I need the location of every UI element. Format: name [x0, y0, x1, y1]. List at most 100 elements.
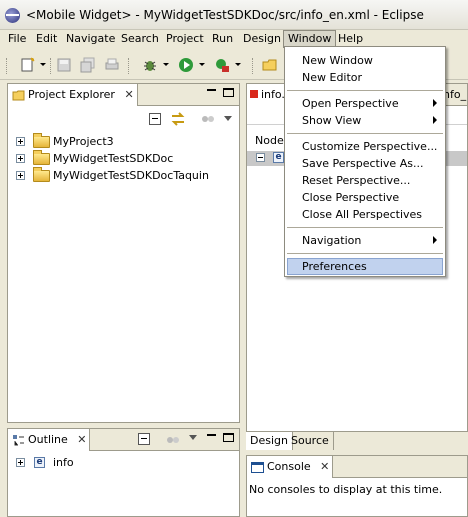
toolbar-separator: [128, 58, 130, 74]
window-title: <Mobile Widget> - MyWidgetTestSDKDoc/src…: [26, 8, 424, 22]
outline-icon: [12, 433, 25, 446]
tab-design[interactable]: Design: [246, 432, 293, 450]
menu-item-open-perspective[interactable]: Open Perspective: [287, 95, 443, 112]
outline-title: Outline: [28, 433, 68, 446]
menu-search[interactable]: Search: [116, 30, 164, 48]
eclipse-icon: [5, 8, 20, 23]
tab-source[interactable]: Source: [287, 432, 334, 450]
tree-item-mywidgettestsdkdoc[interactable]: MyWidgetTestSDKDoc: [8, 150, 238, 167]
title-bar: <Mobile Widget> - MyWidgetTestSDKDoc/src…: [0, 0, 468, 30]
print-icon[interactable]: [104, 57, 120, 73]
external-tools-icon[interactable]: [214, 57, 230, 73]
tree-item-label: MyWidgetTestSDKDocTaquin: [53, 169, 209, 182]
console-message: No consoles to display at this time.: [249, 483, 443, 496]
outline-tabbar: Outline ✕: [8, 429, 239, 451]
tab-console[interactable]: Console ✕: [247, 456, 333, 478]
minimize-icon[interactable]: [207, 87, 216, 91]
expand-icon[interactable]: [16, 137, 25, 146]
menu-item-new-editor[interactable]: New Editor: [287, 69, 443, 86]
menu-item-close-all-perspectives[interactable]: Close All Perspectives: [287, 206, 443, 223]
toolbar-separator: [252, 58, 254, 74]
menu-project[interactable]: Project: [161, 30, 209, 48]
console-icon: [251, 460, 264, 473]
maximize-icon[interactable]: [223, 433, 234, 442]
expand-icon[interactable]: [16, 154, 25, 163]
outline-panel: Outline ✕ e info: [7, 428, 240, 517]
debug-dropdown-icon[interactable]: [163, 63, 169, 66]
submenu-arrow-icon: [433, 236, 437, 244]
menu-separator: [287, 133, 443, 134]
window-menu-dropdown: New Window New Editor Open Perspective S…: [284, 46, 446, 277]
submenu-arrow-icon: [433, 99, 437, 107]
collapse-all-icon[interactable]: [138, 433, 150, 445]
menu-edit[interactable]: Edit: [31, 30, 62, 48]
menu-navigate[interactable]: Navigate: [61, 30, 120, 48]
toolbar-separator: [50, 58, 52, 74]
menu-item-preferences[interactable]: Preferences: [287, 258, 443, 275]
menu-item-new-window[interactable]: New Window: [287, 52, 443, 69]
menu-file[interactable]: File: [3, 30, 31, 48]
menu-separator: [287, 90, 443, 91]
close-icon[interactable]: ✕: [124, 84, 133, 105]
close-icon[interactable]: ✕: [320, 456, 329, 477]
element-icon: e: [34, 457, 45, 468]
menu-item-customize-perspective[interactable]: Customize Perspective...: [287, 138, 443, 155]
menu-item-show-view[interactable]: Show View: [287, 112, 443, 129]
expand-icon[interactable]: [16, 458, 25, 467]
save-all-icon[interactable]: [80, 57, 96, 73]
save-icon[interactable]: [56, 57, 72, 73]
close-icon[interactable]: ✕: [77, 429, 86, 450]
editor-tab-label: nfo_: [443, 88, 467, 101]
toolbar-grip: [6, 58, 8, 74]
element-icon: e: [273, 152, 284, 163]
collapse-icon[interactable]: [256, 153, 265, 162]
editor-tab-label: info.: [261, 88, 285, 101]
submenu-arrow-icon: [433, 116, 437, 124]
new-dropdown-icon[interactable]: [40, 63, 46, 66]
editor-tab-info-en[interactable]: nfo_: [443, 84, 468, 106]
run-icon[interactable]: [178, 57, 194, 73]
menu-run[interactable]: Run: [207, 30, 238, 48]
menu-item-close-perspective[interactable]: Close Perspective: [287, 189, 443, 206]
view-menu-icon[interactable]: [166, 434, 180, 446]
project-folder-icon: [33, 167, 50, 182]
tree-item-label: MyProject3: [53, 135, 114, 148]
open-folder-icon[interactable]: [262, 57, 278, 73]
external-tools-dropdown-icon[interactable]: [235, 63, 241, 66]
console-tabbar: Console ✕: [247, 456, 467, 478]
tree-item-label: info: [53, 456, 74, 469]
view-menu-dropdown-icon[interactable]: [224, 116, 232, 121]
menu-item-label: Navigation: [302, 234, 362, 247]
view-menu-dropdown-icon[interactable]: [189, 435, 197, 440]
tree-item-mywidgettestsdkdoctaquin[interactable]: MyWidgetTestSDKDocTaquin: [8, 167, 238, 184]
editor-bottom-tabs: Design Source: [246, 431, 468, 450]
run-dropdown-icon[interactable]: [199, 63, 205, 66]
tree-item-myproject3[interactable]: MyProject3: [8, 133, 238, 150]
menu-item-save-perspective-as[interactable]: Save Perspective As...: [287, 155, 443, 172]
minimize-icon[interactable]: [207, 432, 216, 436]
project-folder-icon: [33, 133, 50, 148]
expand-icon[interactable]: [16, 171, 25, 180]
new-file-icon[interactable]: [20, 57, 36, 73]
outline-item-info[interactable]: e info: [8, 454, 238, 471]
menu-separator: [287, 227, 443, 228]
tab-outline[interactable]: Outline ✕: [8, 429, 90, 451]
debug-icon[interactable]: [142, 57, 158, 73]
menu-item-reset-perspective[interactable]: Reset Perspective...: [287, 172, 443, 189]
editor-tab-info[interactable]: info.: [247, 84, 287, 106]
project-explorer-tabbar: Project Explorer ✕: [8, 84, 239, 106]
project-explorer-panel: Project Explorer ✕ MyProject3 MyWidgetTe…: [7, 83, 240, 423]
menu-separator: [287, 253, 443, 254]
menu-item-label: Open Perspective: [302, 97, 399, 110]
collapse-all-icon[interactable]: [149, 113, 161, 125]
maximize-icon[interactable]: [223, 88, 234, 97]
menu-item-navigation[interactable]: Navigation: [287, 232, 443, 249]
console-panel: Console ✕ No consoles to display at this…: [246, 455, 468, 517]
menu-item-label: Show View: [302, 114, 362, 127]
tab-project-explorer[interactable]: Project Explorer ✕: [8, 84, 138, 106]
menu-design[interactable]: Design: [238, 30, 286, 48]
view-menu-icon[interactable]: [201, 113, 215, 125]
tree-item-label: MyWidgetTestSDKDoc: [53, 152, 174, 165]
link-with-editor-icon[interactable]: [170, 111, 186, 127]
xml-file-icon: [250, 90, 258, 98]
